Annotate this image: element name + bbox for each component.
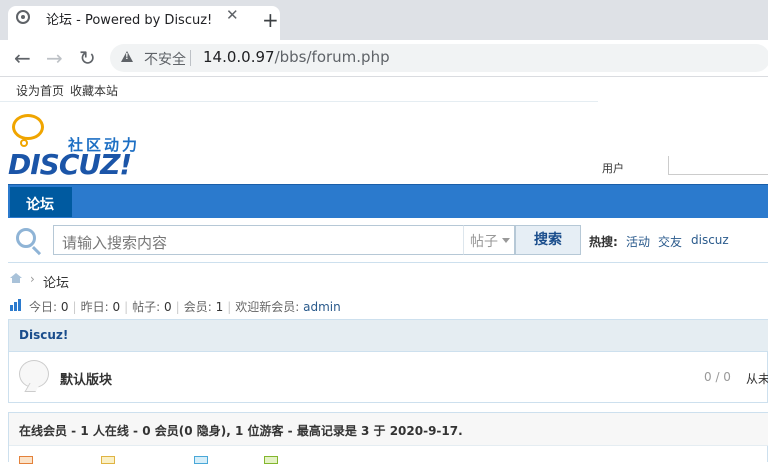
url-host: 14.0.0.97 (203, 48, 275, 66)
stats-today-label: 今日: (29, 300, 58, 314)
stats-today: 0 (60, 300, 69, 314)
tab-close-icon[interactable]: ✕ (226, 6, 239, 24)
search-icon (16, 228, 36, 248)
breadcrumb-current: 论坛 (43, 276, 70, 291)
stats-yesterday: 0 (112, 300, 121, 314)
category-header (9, 320, 768, 352)
forum-last-post: 从未 (746, 372, 768, 386)
legend-supermod-icon (101, 456, 115, 464)
stats-posts: 0 (164, 300, 172, 314)
insecure-label[interactable]: 不安全 (144, 49, 186, 69)
logo-bubble-tail-icon (20, 139, 28, 147)
nav-item-forum-label[interactable]: 论坛 (26, 194, 54, 214)
logo-bubble-icon (12, 114, 44, 140)
legend-admin-icon (19, 456, 33, 464)
hot-search-label: 热搜: (589, 235, 618, 249)
hot-link-activity[interactable]: 活动 (626, 233, 650, 250)
breadcrumb-separator: › (30, 272, 35, 286)
forward-arrow-icon[interactable]: → (46, 46, 63, 70)
home-icon[interactable] (10, 273, 22, 283)
site-topbar: 设为首页 收藏本站 (0, 77, 598, 102)
new-tab-icon[interactable]: + (262, 8, 279, 32)
category-title[interactable]: Discuz! (19, 328, 68, 342)
stats-yesterday-label: 昨日: (80, 300, 109, 314)
main-navbar (8, 184, 768, 218)
warning-icon[interactable] (121, 51, 133, 62)
reload-icon[interactable]: ↻ (79, 46, 96, 70)
forum-name-link[interactable]: 默认版块 (60, 369, 112, 388)
address-divider (190, 50, 191, 66)
stats-members: 1 (215, 300, 224, 314)
set-home-link[interactable]: 设为首页 (16, 82, 64, 99)
forum-stats: 今日: 0 | 昨日: 0 | 帖子: 0 | 会员: 1 | 欢迎新会员: admin (29, 300, 341, 314)
legend-moderator-icon (194, 456, 208, 464)
hot-link-discuz[interactable]: discuz (691, 233, 729, 247)
stats-posts-label: 帖子: (132, 300, 161, 314)
logo-wordmark[interactable]: DISCUZ! (8, 148, 132, 181)
back-arrow-icon[interactable]: ← (14, 46, 31, 70)
chevron-down-icon[interactable] (502, 238, 510, 243)
stats-chart-icon (10, 299, 21, 311)
legend-member-icon (264, 456, 278, 464)
hot-link-friends[interactable]: 交友 (658, 233, 682, 250)
tab-title: 论坛 - Powered by Discuz! (46, 13, 213, 28)
bookmark-link[interactable]: 收藏本站 (70, 82, 118, 99)
stats-welcome-label: 欢迎新会员: (235, 300, 300, 314)
search-input[interactable]: 请输入搜索内容 (53, 225, 463, 255)
online-summary[interactable]: 在线会员 - 1 人在线 - 0 会员(0 隐身), 1 位游客 - 最高记录是… (19, 422, 463, 439)
stats-members-label: 会员: (183, 300, 212, 314)
url-text[interactable]: 14.0.0.97/bbs/forum.php (203, 48, 390, 66)
forum-thread-count: 0 / 0 (704, 370, 731, 384)
globe-icon (16, 10, 30, 24)
search-button[interactable]: 搜索 (515, 225, 581, 255)
header-right-label: 用户 (602, 162, 624, 175)
newest-member-link[interactable]: admin (303, 300, 341, 314)
header-login-input[interactable] (668, 156, 768, 175)
url-path: /bbs/forum.php (274, 48, 390, 66)
